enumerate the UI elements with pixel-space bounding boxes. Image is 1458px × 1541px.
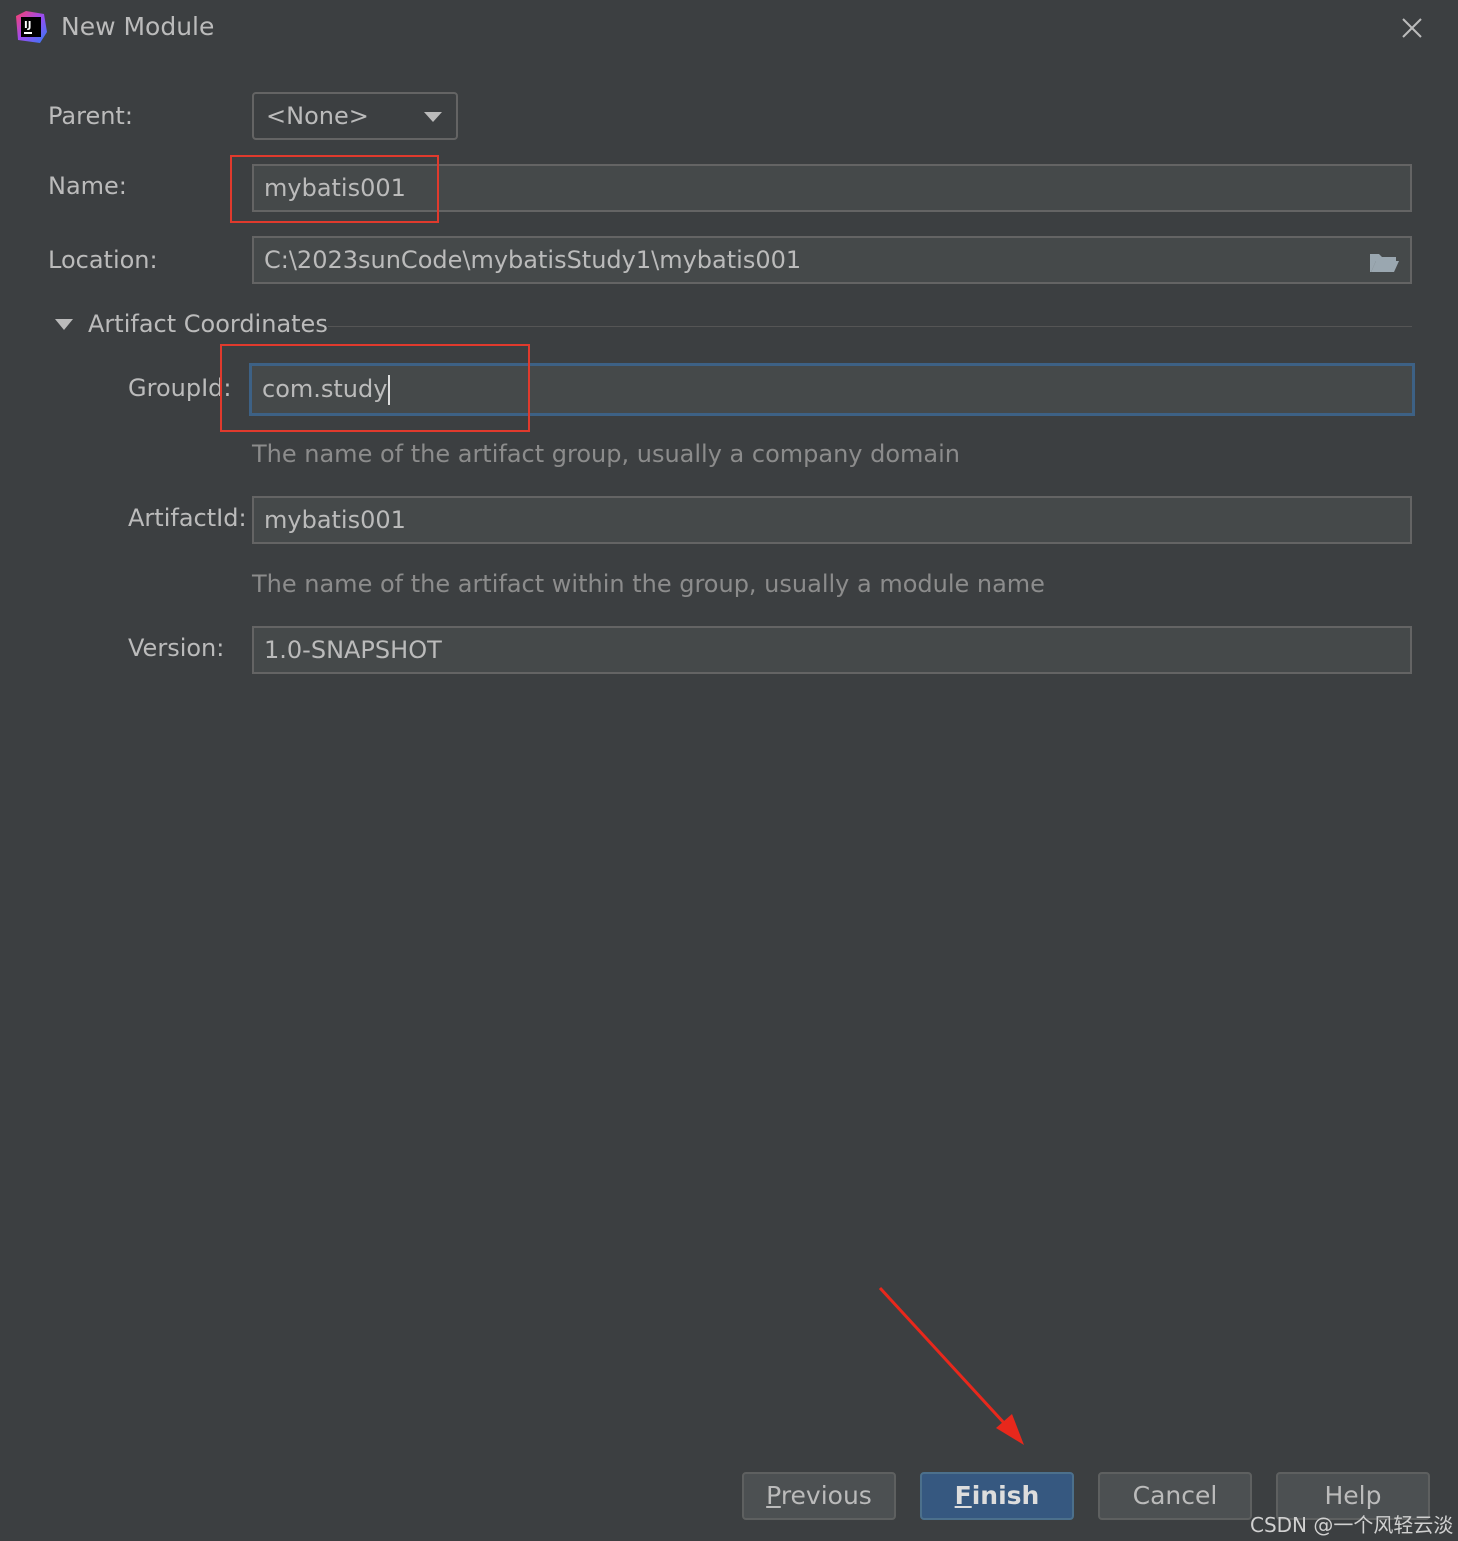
artifact-section-title[interactable]: Artifact Coordinates <box>88 310 328 338</box>
groupid-hint: The name of the artifact group, usually … <box>252 440 960 468</box>
annotation-arrow <box>878 1286 1024 1445</box>
version-value: 1.0-SNAPSHOT <box>264 636 442 664</box>
window-title: New Module <box>61 12 215 41</box>
artifactid-label: ArtifactId: <box>128 504 247 532</box>
version-field[interactable]: 1.0-SNAPSHOT <box>252 626 1412 674</box>
folder-icon[interactable] <box>1368 246 1400 274</box>
section-divider <box>328 326 1412 327</box>
groupid-label: GroupId: <box>128 374 232 402</box>
parent-dropdown[interactable]: <None> <box>252 92 458 140</box>
collapse-triangle-icon[interactable] <box>55 319 73 330</box>
location-label: Location: <box>48 246 158 274</box>
artifactid-field[interactable]: mybatis001 <box>252 496 1412 544</box>
location-field[interactable]: C:\2023sunCode\mybatisStudy1\mybatis001 <box>252 236 1412 284</box>
annotation-box-name <box>230 155 439 223</box>
artifactid-value: mybatis001 <box>264 506 406 534</box>
location-value: C:\2023sunCode\mybatisStudy1\mybatis001 <box>264 246 802 274</box>
chevron-down-icon <box>424 112 442 122</box>
csdn-watermark: CSDN @一个风轻云淡 <box>1250 1513 1454 1537</box>
parent-label: Parent: <box>48 102 133 130</box>
version-label: Version: <box>128 634 225 662</box>
cancel-button[interactable]: Cancel <box>1098 1472 1252 1520</box>
annotation-box-groupid <box>220 344 530 432</box>
title-bar: IJ New Module <box>0 0 1458 60</box>
finish-button[interactable]: Finish <box>920 1472 1074 1520</box>
close-icon[interactable] <box>1396 12 1428 44</box>
name-label: Name: <box>48 172 127 200</box>
parent-value: <None> <box>266 102 369 130</box>
previous-button[interactable]: Previous <box>742 1472 896 1520</box>
artifactid-hint: The name of the artifact within the grou… <box>252 570 1045 598</box>
intellij-idea-icon: IJ <box>14 10 48 44</box>
svg-text:IJ: IJ <box>24 20 31 31</box>
